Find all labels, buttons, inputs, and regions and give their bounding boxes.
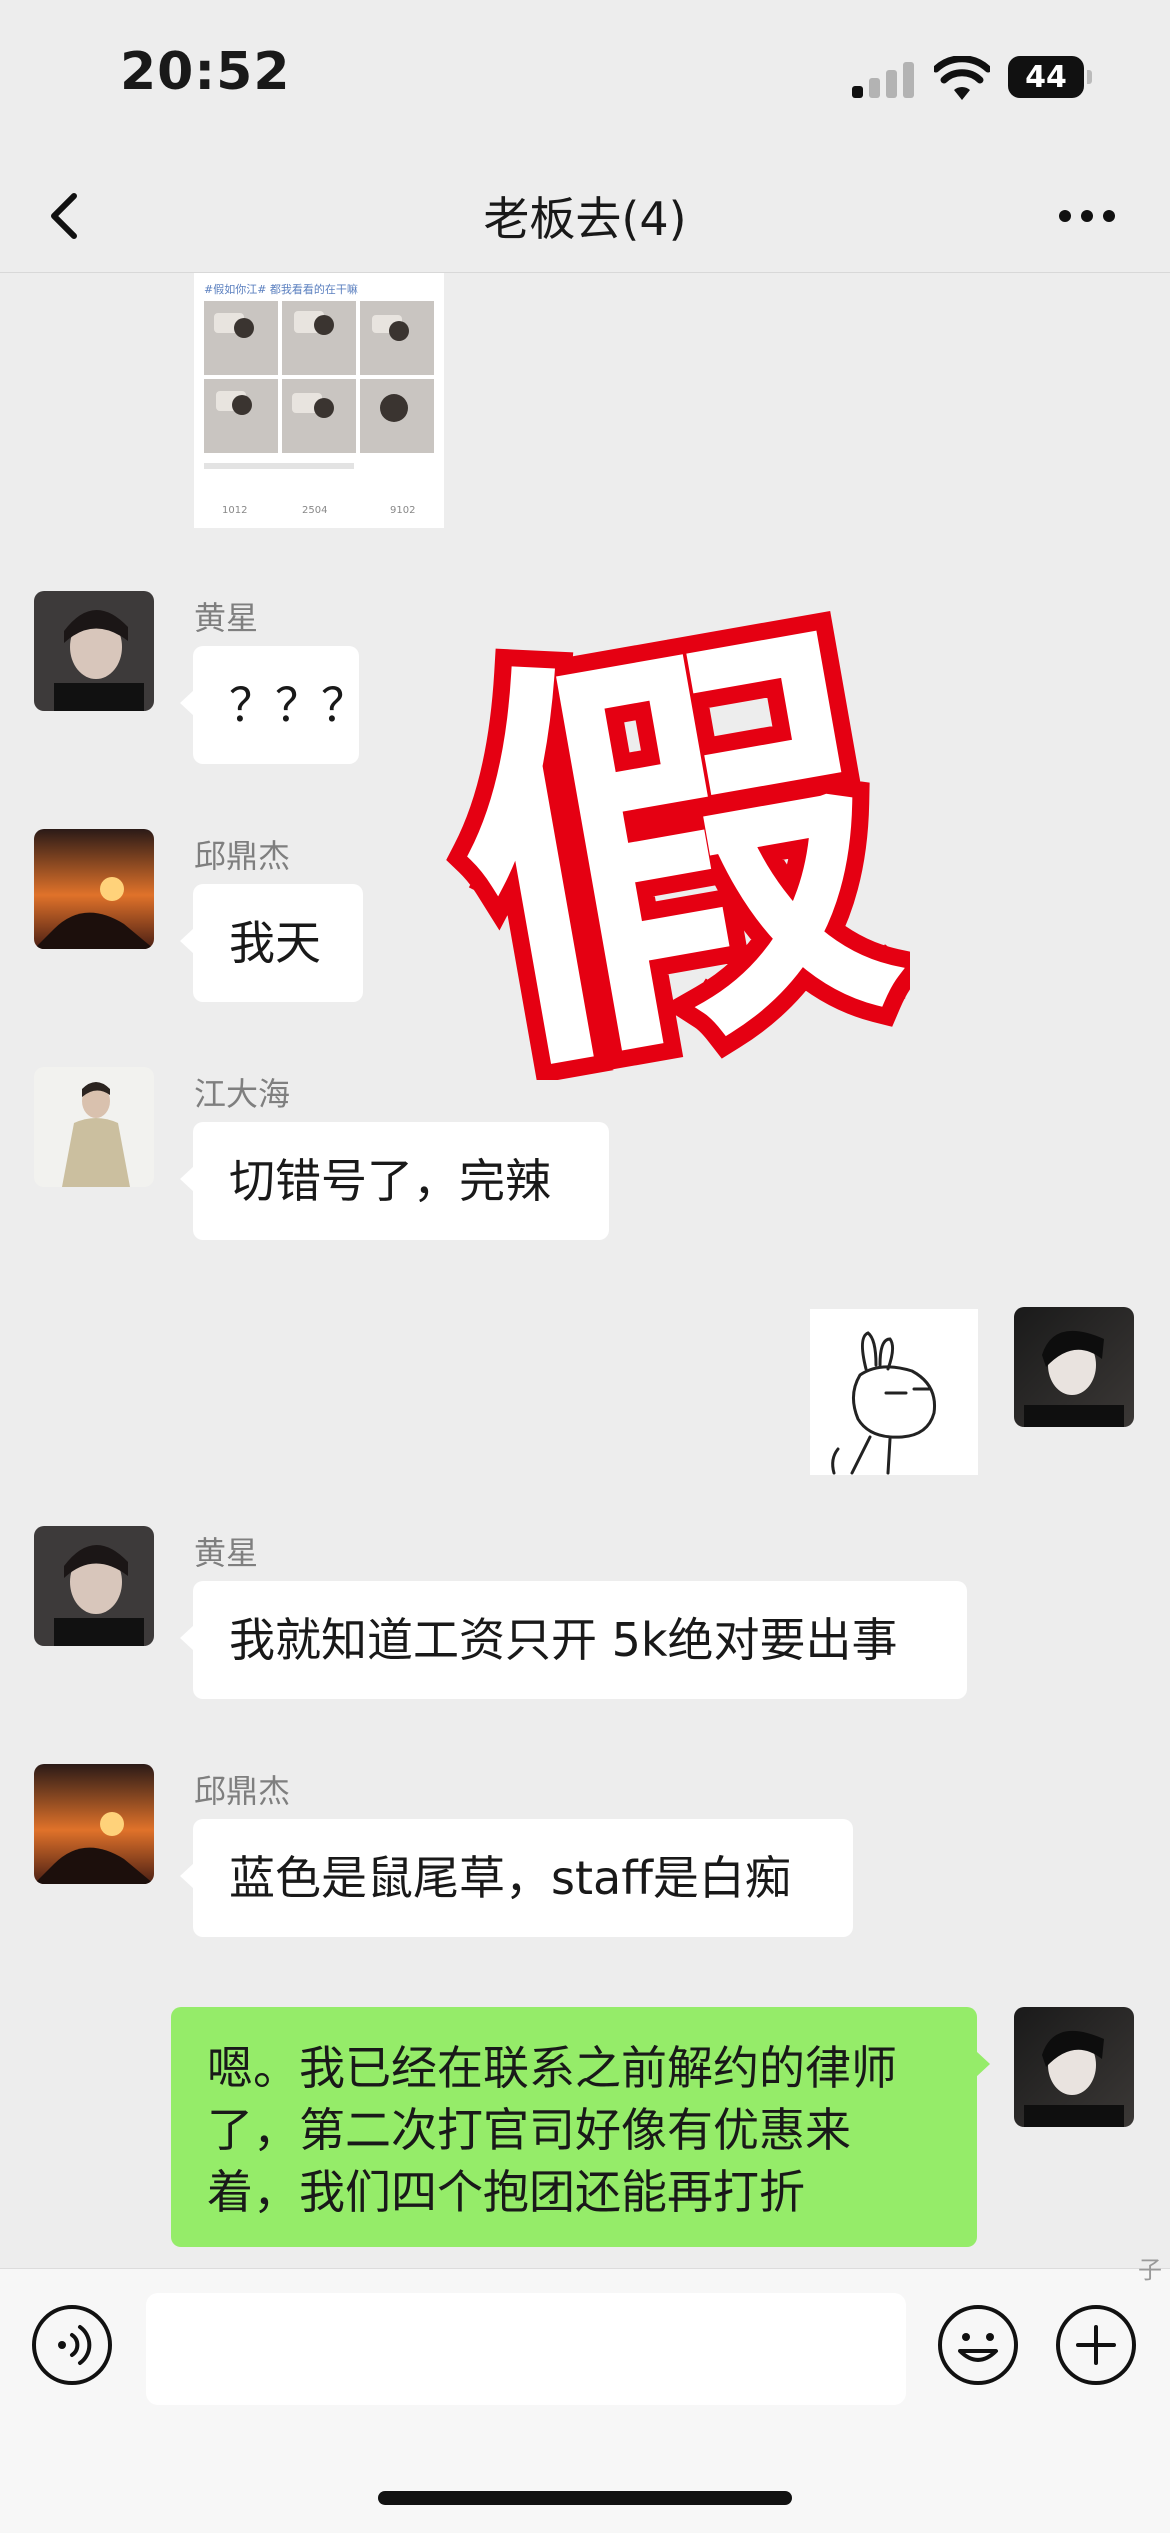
avatar-qiudingjie[interactable] (34, 1764, 154, 1884)
avatar-me[interactable] (1014, 1307, 1134, 1427)
post-hashtag-text: #假如你江# 都我看看的在干嘛 (204, 282, 358, 296)
message-bubble[interactable]: 切错号了，完辣 (180, 1122, 609, 1240)
sender-name: 邱鼎杰 (194, 837, 291, 875)
message-bubble[interactable]: 我天 (180, 884, 363, 1002)
shared-post-image[interactable]: #假如你江# 都我看看的在干嘛 1012 2504 9102 (194, 273, 444, 528)
voice-input-icon[interactable] (30, 2303, 114, 2387)
plus-icon[interactable] (1054, 2303, 1138, 2387)
avatar-jiangdahai[interactable] (34, 1067, 154, 1187)
chat-title: 老板去(4) (483, 192, 687, 246)
fake-stamp-overlay: 假 (430, 590, 910, 1080)
sender-name: 黄星 (194, 1534, 259, 1572)
stamp-text: 假 (430, 590, 910, 1080)
wifi-icon (934, 56, 990, 100)
more-options-icon[interactable] (1050, 190, 1124, 242)
avatar-huangxing[interactable] (34, 591, 154, 711)
message-bubble[interactable]: 蓝色是鼠尾草，staff是白痴 (180, 1819, 853, 1937)
avatar-qiudingjie[interactable] (34, 829, 154, 949)
sender-name: 邱鼎杰 (194, 1772, 291, 1810)
message-bubble[interactable]: ？？？ (180, 646, 367, 764)
status-time: 20:52 (120, 42, 291, 102)
cellular-signal-icon (852, 60, 914, 98)
status-bar: 20:52 44 (0, 0, 1170, 160)
chat-header: 老板去(4) (0, 160, 1170, 273)
post-stat-comments: 2504 (302, 505, 327, 516)
message-bubble-mine[interactable]: 嗯。我已经在联系之前解约的律师了，第二次打官司好像有优惠来着，我们四个抱团还能再… (171, 2007, 990, 2247)
battery-tip (1087, 70, 1092, 84)
battery-level: 44 (1025, 59, 1067, 95)
sender-name: 黄星 (194, 599, 259, 637)
message-bubble[interactable]: 我就知道工资只开 5k绝对要出事 (180, 1581, 967, 1699)
battery-icon: 44 (1008, 56, 1084, 98)
sender-name: 江大海 (194, 1075, 291, 1113)
message-input[interactable] (146, 2293, 906, 2405)
avatar-huangxing[interactable] (34, 1526, 154, 1646)
watermark: 子 (1138, 2256, 1162, 2284)
post-stat-likes: 9102 (390, 505, 415, 516)
post-stat-reposts: 1012 (222, 505, 247, 516)
emoji-icon[interactable] (936, 2303, 1020, 2387)
avatar-me[interactable] (1014, 2007, 1134, 2127)
message-list[interactable]: #假如你江# 都我看看的在干嘛 1012 2504 9102 黄星 ？？？ 邱鼎… (0, 273, 1170, 2268)
input-bar (0, 2268, 1170, 2533)
home-indicator[interactable] (378, 2491, 792, 2505)
sticker-rabbit[interactable] (810, 1309, 978, 1475)
